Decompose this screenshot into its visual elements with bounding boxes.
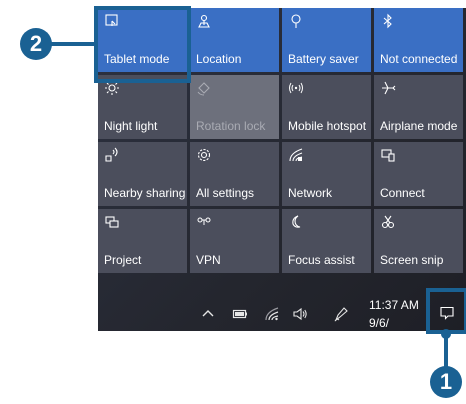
tile-mobile-hotspot[interactable]: Mobile hotspot [282, 75, 371, 139]
tile-focus-assist[interactable]: Focus assist [282, 209, 371, 273]
clock-date: 9/6/ [369, 316, 390, 330]
nearby-sharing-icon [104, 147, 120, 163]
network-icon [288, 147, 304, 163]
location-icon [196, 13, 212, 29]
tile-label: Rotation lock [196, 119, 266, 133]
tile-connect[interactable]: Connect [374, 142, 463, 206]
callout-1-dot [441, 329, 451, 339]
volume-icon[interactable] [291, 305, 309, 323]
tile-network[interactable]: Network [282, 142, 371, 206]
tile-label: Mobile hotspot [288, 119, 367, 133]
vpn-icon [196, 214, 212, 230]
tile-project[interactable]: Project [98, 209, 187, 273]
tile-rotation-lock: Rotation lock [190, 75, 279, 139]
screen-snip-icon [380, 214, 396, 230]
tile-label: Nearby sharing [104, 186, 186, 200]
rotation-lock-icon [196, 80, 212, 96]
tile-label: Network [288, 186, 333, 200]
connect-icon [380, 147, 396, 163]
tile-night-light[interactable]: Night light [98, 75, 187, 139]
callout-badge-2: 2 [20, 28, 52, 60]
gear-icon [196, 147, 212, 163]
tile-label: Night light [104, 119, 158, 133]
tile-label: Battery saver [288, 52, 359, 66]
callout-2-line [50, 42, 96, 46]
tile-vpn[interactable]: VPN [190, 209, 279, 273]
clock[interactable]: 11:37 AM 9/6/ [369, 297, 419, 331]
tile-label: Location [196, 52, 242, 66]
project-icon [104, 214, 120, 230]
tile-screen-snip[interactable]: Screen snip [374, 209, 463, 273]
tile-label: Airplane mode [380, 119, 458, 133]
chevron-up-icon[interactable] [199, 305, 217, 323]
airplane-icon [380, 80, 396, 96]
callout-1-line [444, 334, 448, 368]
tile-label: Screen snip [380, 253, 444, 267]
battery-icon[interactable] [231, 305, 249, 323]
tile-label: Focus assist [288, 253, 355, 267]
clock-time: 11:37 AM [369, 298, 419, 312]
taskbar: 11:37 AM 9/6/ [98, 296, 466, 331]
tile-label: Not connected [380, 52, 458, 66]
tile-label: VPN [196, 253, 221, 267]
bluetooth-icon [380, 13, 396, 29]
tile-all-settings[interactable]: All settings [190, 142, 279, 206]
tile-airplane-mode[interactable]: Airplane mode [374, 75, 463, 139]
tile-location[interactable]: Location [190, 8, 279, 72]
action-center-highlight [426, 288, 466, 334]
tile-label: Connect [380, 186, 425, 200]
battery-saver-icon [288, 13, 304, 29]
wifi-icon[interactable] [263, 305, 281, 323]
tile-label: All settings [196, 186, 255, 200]
callout-badge-1: 1 [430, 366, 462, 398]
tablet-mode-highlight [94, 6, 191, 83]
pen-icon[interactable] [332, 305, 350, 323]
tile-battery-saver[interactable]: Battery saver [282, 8, 371, 72]
tile-nearby-sharing[interactable]: Nearby sharing [98, 142, 187, 206]
mobile-hotspot-icon [288, 80, 304, 96]
tile-label: Project [104, 253, 142, 267]
focus-assist-icon [288, 214, 304, 230]
tile-not-connected[interactable]: Not connected [374, 8, 463, 72]
